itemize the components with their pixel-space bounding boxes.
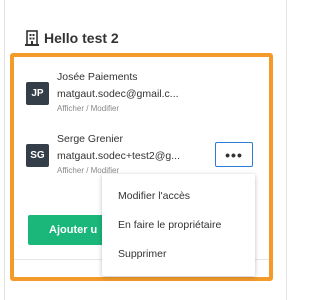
building-icon (25, 30, 39, 46)
panel-title: Hello test 2 (44, 30, 119, 46)
menu-item-delete[interactable]: Supprimer (102, 240, 255, 269)
menu-item-make-owner[interactable]: En faire le propriétaire (102, 211, 255, 240)
menu-item-modify-access[interactable]: Modifier l'accès (102, 182, 255, 211)
options-menu: Modifier l'accès En faire le propriétair… (102, 174, 255, 276)
panel-header: Hello test 2 (25, 28, 119, 48)
